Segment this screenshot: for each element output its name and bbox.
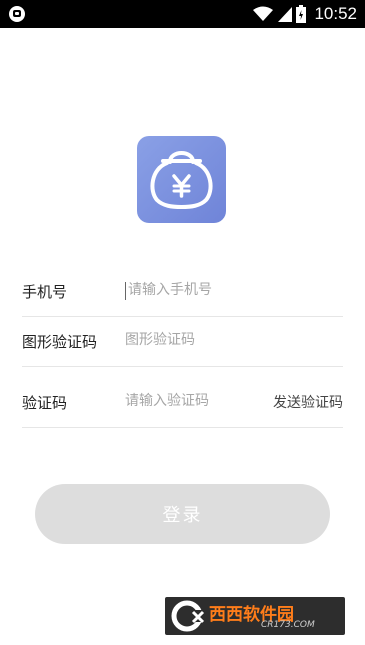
captcha-label: 图形验证码 (22, 333, 98, 351)
phone-input[interactable] (125, 278, 265, 302)
battery-icon (296, 5, 307, 23)
sms-code-label: 验证码 (22, 394, 68, 412)
status-time: 10:52 (314, 4, 357, 23)
watermark-logo-icon (171, 600, 205, 632)
money-bag-yen-icon (150, 151, 213, 210)
login-button[interactable]: 登录 (35, 484, 330, 544)
status-bar: 10:52 (0, 0, 365, 28)
phone-row: 手机号 (22, 267, 343, 317)
site-watermark: 西西软件园 CR173.COM (165, 597, 345, 635)
app-logo (137, 136, 226, 223)
sms-code-input[interactable] (125, 389, 265, 413)
captcha-input[interactable] (125, 328, 265, 352)
signal-icon (278, 7, 293, 22)
phone-label: 手机号 (22, 283, 68, 301)
send-code-button[interactable]: 发送验证码 (273, 392, 343, 412)
captcha-row: 图形验证码 (22, 317, 343, 367)
watermark-subtext: CR173.COM (261, 620, 315, 630)
sms-code-row: 验证码 发送验证码 (22, 367, 343, 428)
wifi-icon (253, 6, 274, 21)
app-notification-icon (9, 6, 25, 22)
